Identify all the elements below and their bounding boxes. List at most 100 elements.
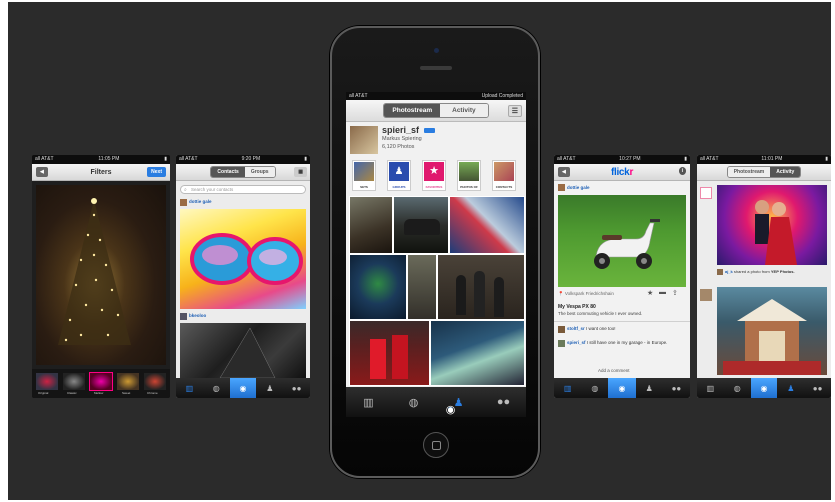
camera-tab-icon[interactable]: ◉ xyxy=(608,378,636,398)
groups-button[interactable]: ♟ GROUPS xyxy=(387,160,411,191)
profile-segmented-control: Photostream Activity xyxy=(726,166,802,178)
tab-photostream[interactable]: Photostream xyxy=(727,167,771,177)
photostream-tab-icon[interactable]: ▥ xyxy=(176,378,203,398)
favorites-button[interactable]: ★ FAVORITES xyxy=(422,160,446,191)
grid-photo[interactable] xyxy=(393,196,449,254)
filter-original[interactable] xyxy=(36,373,58,390)
profile-photo-count: 6,120 Photos xyxy=(382,144,415,150)
pro-badge xyxy=(424,128,435,133)
tab-activity[interactable]: Activity xyxy=(770,167,801,177)
filter-mellow[interactable] xyxy=(89,372,113,391)
add-comment-link[interactable]: Add a comment xyxy=(598,368,630,373)
contacts-navbar: Contacts Groups ▦ xyxy=(176,164,310,181)
tab-bar: ▥ ◍ ◉ ♟ ●● xyxy=(346,387,526,417)
post-username[interactable]: bkeoloo xyxy=(189,313,206,318)
building-image xyxy=(219,327,276,378)
filters-navbar: ◀ Filters Next xyxy=(32,164,170,181)
shrine-image xyxy=(723,299,821,375)
grid-view-icon[interactable]: ▦ xyxy=(294,167,307,177)
explore-tab-icon[interactable]: ◍ xyxy=(724,378,751,398)
groups-icon: ♟ xyxy=(389,162,409,181)
filter-label-mellow: Mellow xyxy=(94,391,104,395)
building-photo xyxy=(180,323,306,378)
explore-tab-icon[interactable]: ◍ xyxy=(391,387,436,417)
share-icon[interactable]: ⇪ xyxy=(672,289,678,297)
photo-description: The best commuting vehicle I ever owned. xyxy=(558,311,643,316)
photostream-navbar: Photostream Activity ☰ xyxy=(346,100,526,122)
contacts-tab-icon[interactable]: ♟ xyxy=(436,387,481,417)
grid-photo[interactable] xyxy=(349,320,430,386)
grid-photo[interactable] xyxy=(349,196,393,254)
filters-title: Filters xyxy=(90,168,112,176)
more-tab-icon[interactable]: ●● xyxy=(663,378,690,398)
iphone-device: all AT&T Upload Completed Photostream Act… xyxy=(330,26,540,478)
info-icon[interactable]: i xyxy=(678,167,686,175)
filter-sweet[interactable] xyxy=(117,373,139,390)
camera-tab-icon[interactable]: ◉ xyxy=(229,378,257,398)
couple-image xyxy=(755,200,797,265)
post-username[interactable]: dottie gale xyxy=(567,185,590,190)
contacts-button[interactable]: CONTACTS xyxy=(492,160,516,191)
photostream-tab-icon[interactable]: ▥ xyxy=(554,378,581,398)
back-button[interactable]: ◀ xyxy=(558,167,570,177)
explore-tab-icon[interactable]: ◍ xyxy=(203,378,230,398)
contacts-tab-icon[interactable]: ♟ xyxy=(777,378,804,398)
earpiece-speaker xyxy=(420,66,452,70)
more-tab-icon[interactable]: ●● xyxy=(283,378,310,398)
list-view-icon[interactable]: ☰ xyxy=(507,105,522,117)
comment-icon[interactable]: ▬ xyxy=(659,289,666,296)
grid-photo[interactable] xyxy=(407,254,437,320)
wedding-photo xyxy=(717,185,827,265)
contacts-tab-icon[interactable]: ♟ xyxy=(636,378,663,398)
photos-of-button[interactable]: PHOTOS OF xyxy=(457,160,481,191)
activity-navbar: Photostream Activity xyxy=(697,164,831,181)
tab-activity[interactable]: Activity xyxy=(440,104,488,117)
comment-row: stoltf_sr I want one too! xyxy=(567,326,616,331)
filter-chrome[interactable] xyxy=(144,373,166,390)
tab-groups[interactable]: Groups xyxy=(244,167,275,177)
post-username[interactable]: dottie gale xyxy=(189,199,212,204)
camera-tab-icon[interactable]: ◉ xyxy=(750,378,778,398)
filters-screen: all AT&T 11:05 PM ▮ ◀ Filters Next Origi… xyxy=(32,155,170,398)
photostream-tab-icon[interactable]: ▥ xyxy=(346,387,391,417)
next-button[interactable]: Next xyxy=(147,167,166,177)
more-tab-icon[interactable]: ●● xyxy=(804,378,831,398)
back-button[interactable]: ◀ xyxy=(36,167,48,177)
flickr-navbar: ◀ flickr i xyxy=(554,164,690,181)
grid-photo[interactable] xyxy=(349,254,407,320)
grid-photo[interactable] xyxy=(437,254,525,320)
filter-strip: Original Classic Mellow Sweet Chrome xyxy=(32,369,170,398)
profile-username: spieri_sf xyxy=(382,125,420,135)
avatar xyxy=(558,326,565,333)
favorite-star-icon[interactable]: ★ xyxy=(647,289,653,297)
status-bar: all AT&T 9:20 PM ▮ xyxy=(176,155,310,164)
showcase-stage: all AT&T 11:05 PM ▮ ◀ Filters Next Origi… xyxy=(8,2,831,500)
star-icon: ★ xyxy=(424,162,444,181)
grid-photo[interactable] xyxy=(449,196,525,254)
flickr-logo: flickr xyxy=(610,166,634,178)
grid-photo[interactable] xyxy=(430,320,525,386)
status-bar: all AT&T Upload Completed xyxy=(346,92,526,100)
contacts-tab-icon[interactable]: ♟ xyxy=(256,378,283,398)
tab-bar: ▥ ◍ ◉ ♟ ●● xyxy=(176,378,310,398)
divider xyxy=(554,321,690,322)
shrine-photo xyxy=(717,287,827,375)
tab-contacts[interactable]: Contacts xyxy=(211,167,245,177)
contacts-segmented-control: Contacts Groups xyxy=(210,166,276,178)
tab-photostream[interactable]: Photostream xyxy=(384,104,441,117)
sunglasses-image xyxy=(190,233,303,285)
photo-title: My Vespa PX 80 xyxy=(558,304,596,310)
more-tab-icon[interactable]: ●● xyxy=(481,387,526,417)
search-input[interactable]: ⌕ Search your contacts xyxy=(180,185,306,194)
filter-label-classic: Classic xyxy=(67,391,77,395)
activity-screen: all AT&T 11:01 PM ▮ Photostream Activity a… xyxy=(697,155,831,398)
filter-classic[interactable] xyxy=(63,373,85,390)
explore-tab-icon[interactable]: ◍ xyxy=(581,378,608,398)
home-button[interactable] xyxy=(423,432,449,458)
sets-button[interactable]: SETS xyxy=(352,160,376,191)
avatar xyxy=(180,199,187,206)
camera-tab-icon[interactable]: ◉ xyxy=(446,404,456,416)
filter-label-original: Original xyxy=(38,391,49,395)
search-placeholder: Search your contacts xyxy=(191,187,234,192)
photostream-tab-icon[interactable]: ▥ xyxy=(697,378,724,398)
